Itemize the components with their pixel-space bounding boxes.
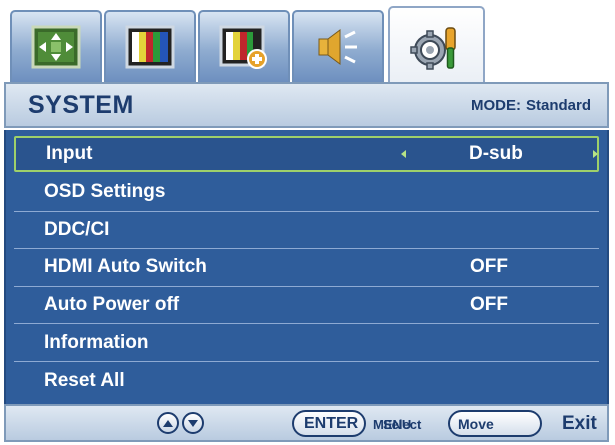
menu-item-ddc-ci[interactable]: DDC/CI xyxy=(14,212,599,250)
mode-value: Standard xyxy=(525,96,591,114)
menu-item-label: HDMI Auto Switch xyxy=(44,256,207,278)
display-tab[interactable] xyxy=(10,10,102,82)
menu-item-label: DDC/CI xyxy=(44,218,110,240)
mode-indicator: MODE: Standard xyxy=(471,97,591,114)
menu-item-reset-all[interactable]: Reset All xyxy=(14,362,599,400)
menu-item-label: OSD Settings xyxy=(44,181,166,203)
picture-adjust-icon xyxy=(31,25,81,69)
menu-item-input[interactable]: Input D-sub xyxy=(14,136,599,172)
menu-item-label: Reset All xyxy=(44,369,125,391)
menu-item-value: OFF xyxy=(470,256,508,278)
audio-tab[interactable] xyxy=(292,10,384,82)
menu-item-information[interactable]: Information xyxy=(14,324,599,362)
gear-wrench-icon xyxy=(409,27,456,70)
system-menu: Input D-sub OSD Settings DDC/CI HDMI Aut… xyxy=(4,130,609,404)
color-bars-plus-icon xyxy=(219,25,267,69)
picture-advanced-tab[interactable] xyxy=(198,10,290,82)
menu-item-label: Input xyxy=(46,143,93,164)
move-label: Move xyxy=(458,416,494,432)
color-bars-icon xyxy=(125,25,175,69)
select-label: Select xyxy=(383,417,422,432)
mode-label: MODE: xyxy=(470,96,521,114)
arrow-left-icon[interactable] xyxy=(401,150,406,158)
picture-tab[interactable] xyxy=(104,10,196,82)
menu-item-label: Auto Power off xyxy=(44,294,180,316)
enter-label: ENTER xyxy=(304,415,359,432)
chevron-up-icon xyxy=(163,419,173,427)
osd-tab-bar xyxy=(0,0,615,90)
chevron-down-icon xyxy=(188,419,198,427)
up-button[interactable] xyxy=(157,412,179,434)
down-button[interactable] xyxy=(182,412,204,434)
menu-item-value: D-sub xyxy=(469,143,523,164)
key-guide-bar: ENTER MENU Select Move Exit xyxy=(4,404,609,442)
system-tab[interactable] xyxy=(388,6,485,88)
menu-item-value: OFF xyxy=(470,294,508,316)
menu-item-label: Information xyxy=(44,331,149,353)
page-title: SYSTEM xyxy=(28,90,134,119)
menu-item-auto-power-off[interactable]: Auto Power off OFF xyxy=(14,287,599,325)
arrow-right-icon[interactable] xyxy=(593,150,598,158)
menu-item-osd-settings[interactable]: OSD Settings xyxy=(14,174,599,212)
exit-button[interactable]: Exit xyxy=(562,414,597,433)
speaker-icon xyxy=(318,29,357,65)
section-header: SYSTEM MODE: Standard xyxy=(4,82,609,128)
menu-item-hdmi-auto-switch[interactable]: HDMI Auto Switch OFF xyxy=(14,249,599,287)
